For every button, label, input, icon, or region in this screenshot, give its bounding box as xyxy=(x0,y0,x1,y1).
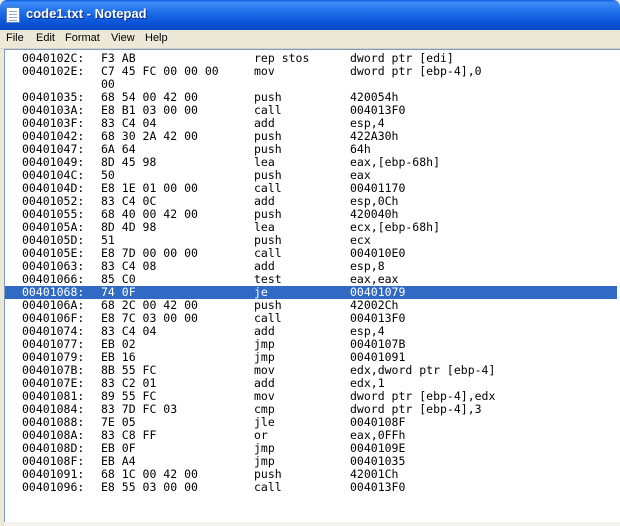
title-bar[interactable]: code1.txt - Notepad xyxy=(0,0,620,30)
code-mnemonic: mov xyxy=(254,64,275,78)
menu-bar: File Edit Format View Help xyxy=(0,30,620,49)
code-operand: 004013F0 xyxy=(350,480,406,494)
code-bytes: C7 45 FC 00 00 00 xyxy=(101,64,219,78)
code-line[interactable]: 0040105E: E8 7D 00 00 00 call 004010E0 xyxy=(5,247,617,260)
code-address: 0040102E: xyxy=(22,64,85,78)
code-line[interactable]: 0040104C: 50 push eax xyxy=(5,169,617,182)
menu-help[interactable]: Help xyxy=(145,32,168,44)
menu-edit[interactable]: Edit xyxy=(36,32,55,44)
code-line[interactable]: 0040105A: 8D 4D 98 lea ecx,[ebp-68h] xyxy=(5,221,617,234)
code-line[interactable]: 0040102E: C7 45 FC 00 00 00 mov dword ptr [… xyxy=(5,65,617,78)
code-line[interactable]: 00 xyxy=(5,78,617,91)
code-line[interactable]: 0040104D: E8 1E 01 00 00 call 00401170 xyxy=(5,182,617,195)
code-line[interactable]: 0040108F: EB A4 jmp 00401035 xyxy=(5,455,617,468)
code-line[interactable]: 00401081: 89 55 FC mov dword ptr [ebp-4],ed… xyxy=(5,390,617,403)
code-line[interactable]: 0040107B: 8B 55 FC mov edx,dword ptr [ebp-4… xyxy=(5,364,617,377)
text-editor[interactable]: 0040102C: F3 AB rep stos dword ptr [edi] 004… xyxy=(4,49,620,526)
notepad-icon[interactable] xyxy=(6,7,20,23)
code-address: 00401096: xyxy=(22,480,85,494)
code-line[interactable]: 0040108A: 83 C8 FF or eax,0FFh xyxy=(5,429,617,442)
code-bytes: E8 55 03 00 00 xyxy=(101,480,198,494)
code-line[interactable]: 00401047: 6A 64 push 64h xyxy=(5,143,617,156)
code-line[interactable]: 00401096: E8 55 03 00 00 call 004013F0 xyxy=(5,481,617,494)
menu-view[interactable]: View xyxy=(111,32,135,44)
code-line[interactable]: 00401055: 68 40 00 42 00 push 420040h xyxy=(5,208,617,221)
bottom-edge xyxy=(4,522,620,526)
selected-code-line[interactable]: 00401068: 74 0F je 00401079 xyxy=(5,286,617,299)
code-line[interactable]: 0040107E: 83 C2 01 add edx,1 xyxy=(5,377,617,390)
code-line[interactable]: 0040103A: E8 B1 03 00 00 call 004013F0 xyxy=(5,104,617,117)
code-line[interactable]: 00401077: EB 02 jmp 0040107B xyxy=(5,338,617,351)
window-title: code1.txt - Notepad xyxy=(26,6,147,21)
menu-format[interactable]: Format xyxy=(65,32,100,44)
code-line[interactable]: 0040106F: E8 7C 03 00 00 call 004013F0 xyxy=(5,312,617,325)
code-line[interactable]: 0040103F: 83 C4 04 add esp,4 xyxy=(5,117,617,130)
code-line[interactable]: 00401035: 68 54 00 42 00 push 420054h xyxy=(5,91,617,104)
code-line[interactable]: 0040108D: EB 0F jmp 0040109E xyxy=(5,442,617,455)
code-line[interactable]: 0040105D: 51 push ecx xyxy=(5,234,617,247)
code-line[interactable]: 00401079: EB 16 jmp 00401091 xyxy=(5,351,617,364)
menu-file[interactable]: File xyxy=(6,32,24,44)
code-line[interactable]: 00401091: 68 1C 00 42 00 push 42001Ch xyxy=(5,468,617,481)
code-line[interactable]: 0040102C: F3 AB rep stos dword ptr [edi] xyxy=(5,52,617,65)
code-line[interactable]: 00401049: 8D 45 98 lea eax,[ebp-68h] xyxy=(5,156,617,169)
code-mnemonic: call xyxy=(254,480,282,494)
code-line[interactable]: 00401084: 83 7D FC 03 cmp dword ptr [ebp-4]… xyxy=(5,403,617,416)
code-line[interactable]: 00401066: 85 C0 test eax,eax xyxy=(5,273,617,286)
notepad-window: code1.txt - Notepad File Edit Format Vie… xyxy=(0,0,620,526)
code-line[interactable]: 00401063: 83 C4 08 add esp,8 xyxy=(5,260,617,273)
code-text-area[interactable]: 0040102C: F3 AB rep stos dword ptr [edi] 004… xyxy=(5,52,620,526)
code-line[interactable]: 00401052: 83 C4 0C add esp,0Ch xyxy=(5,195,617,208)
code-line[interactable]: 00401042: 68 30 2A 42 00 push 422A30h xyxy=(5,130,617,143)
code-line[interactable]: 00401074: 83 C4 04 add esp,4 xyxy=(5,325,617,338)
code-operand: dword ptr [ebp-4],0 xyxy=(350,64,482,78)
code-line[interactable]: 00401088: 7E 05 jle 0040108F xyxy=(5,416,617,429)
code-line[interactable]: 0040106A: 68 2C 00 42 00 push 42002Ch xyxy=(5,299,617,312)
